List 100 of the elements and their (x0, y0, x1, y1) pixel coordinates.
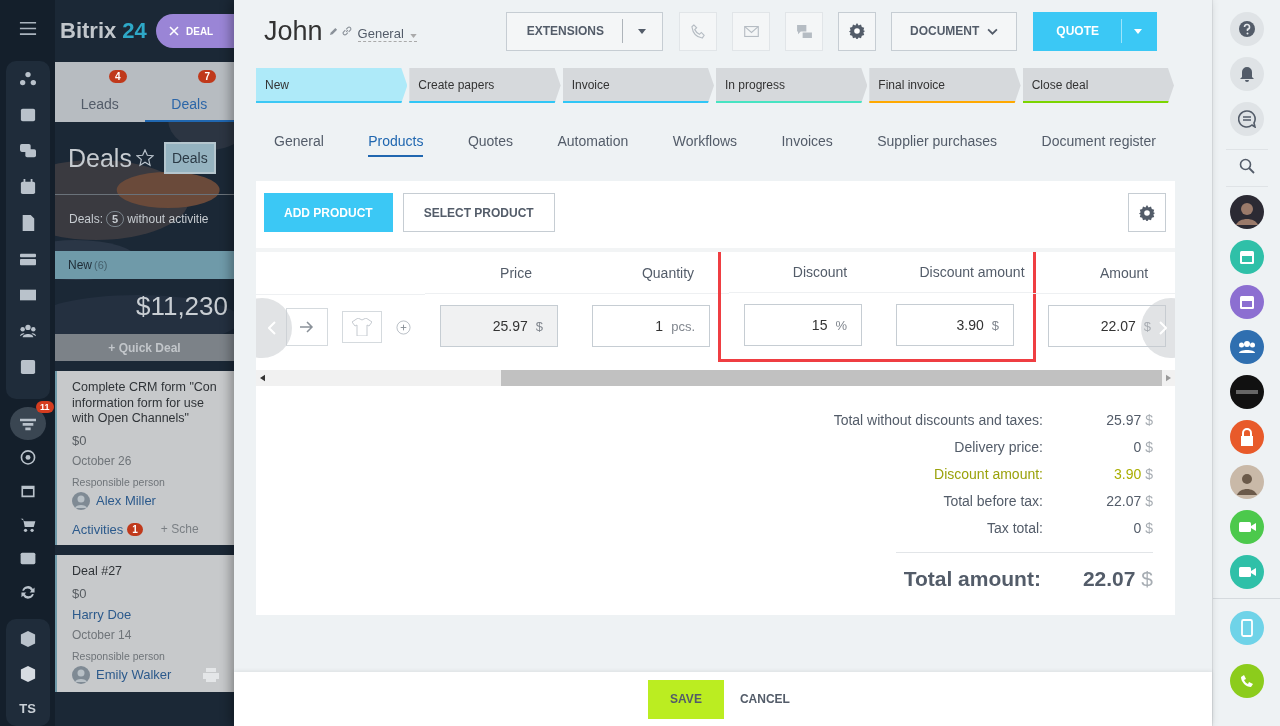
settings-icon (849, 23, 865, 39)
column-total: $11,230 (134, 290, 229, 323)
tab-label: Deals (171, 96, 208, 112)
scroll-left-arrow-icon[interactable] (260, 374, 265, 382)
save-button[interactable]: SAVE (648, 679, 724, 719)
input-field[interactable]: 1 pcs. (592, 305, 710, 347)
stage-step[interactable]: Invoice (562, 68, 714, 103)
input-field[interactable]: 15 % (744, 304, 862, 346)
logo: Bitrix 24 (60, 18, 147, 44)
close-icon (169, 26, 179, 36)
count-badge: 1 (127, 522, 143, 536)
stage-step[interactable]: Final invoice (869, 68, 1021, 103)
lock-icon[interactable] (1229, 420, 1264, 454)
user-initials[interactable]: TS (19, 701, 36, 716)
chat-list-icon[interactable] (1229, 102, 1264, 136)
column-header: Price (425, 252, 577, 294)
contact-link[interactable]: Harry Doe (72, 606, 234, 622)
total-value: 0 $ (1132, 520, 1153, 536)
deal-title: John (264, 15, 323, 47)
deal-amount: $0 (72, 585, 88, 601)
document-button[interactable]: DOCUMENT (891, 11, 1018, 51)
tab-label: Leads (80, 96, 119, 112)
total-label: Delivery price: (953, 439, 1043, 455)
deal-date: October 14 (72, 627, 133, 642)
cube-icon[interactable] (19, 666, 36, 682)
total-amount-value: 22.07 $ (1082, 567, 1153, 591)
nodes-icon[interactable] (19, 70, 36, 87)
tab[interactable]: General (274, 133, 324, 157)
category-dropdown[interactable]: General (357, 26, 418, 42)
bell-icon[interactable] (1229, 57, 1264, 91)
stage-step[interactable]: New (256, 68, 408, 103)
column-header: Quantity (577, 252, 729, 294)
total-label: Total before tax: (942, 493, 1043, 509)
column-name: New (68, 258, 92, 272)
deal-title[interactable]: Complete CRM form "Con information form for use with Open Channels" (72, 380, 234, 427)
stage-step[interactable]: In progress (716, 68, 868, 103)
input-field[interactable]: 3.90 $ (896, 304, 1014, 346)
extensions-button[interactable]: EXTENSIONS (505, 11, 663, 51)
column-header: Discount (729, 252, 881, 293)
total-value: 22.07 $ (1105, 493, 1153, 509)
input-field[interactable]: 22.07 $ (1048, 305, 1166, 347)
search-icon[interactable] (1238, 158, 1255, 174)
counter-badge: 11 (36, 400, 54, 413)
total-value: 25.97 $ (1105, 412, 1153, 428)
deal-card[interactable]: Complete CRM form "Con information form for use with Open Channels" $0 October 26 Responsible person Alex Miller Activities 1 + Sche (55, 371, 234, 545)
deal-amount: $0 (72, 432, 88, 448)
page-title: Deals (68, 143, 132, 173)
deal-date: October 26 (72, 453, 133, 468)
tab[interactable]: 4 Leads (55, 62, 145, 122)
select-product-button[interactable]: SELECT PRODUCT (402, 193, 555, 232)
arrow-right-icon (300, 321, 314, 333)
group-chat-icon[interactable] (1229, 330, 1264, 364)
tab[interactable]: Products (368, 133, 424, 157)
field-label: Responsible person (72, 475, 166, 488)
column-header: Amount (1033, 252, 1175, 294)
tab[interactable]: Supplier purchases (877, 133, 998, 157)
total-label: Total without discounts and taxes: (832, 412, 1043, 428)
phone-icon (690, 23, 706, 39)
stage-step[interactable]: Close deal (1022, 68, 1174, 103)
calendar-icon[interactable] (19, 178, 36, 195)
caret-icon (638, 28, 646, 34)
cart-icon[interactable] (19, 517, 36, 533)
person-link[interactable]: Emily Walker (96, 667, 172, 682)
field-label: Responsible person (72, 649, 166, 662)
caret-icon (1134, 28, 1142, 34)
pencil-icon[interactable] (328, 26, 338, 36)
activities-link[interactable]: Activities (72, 521, 124, 537)
chevron-left-icon (268, 321, 276, 335)
total-label: Discount amount: (933, 466, 1043, 482)
settings-button[interactable] (838, 11, 876, 51)
filter-button[interactable]: Deals (163, 142, 216, 174)
deal-title[interactable]: Deal #27 (72, 563, 234, 580)
deal-card[interactable]: Deal #27 $0 Harry Doe October 14 Responsible person Emily Walker (55, 554, 234, 692)
tab[interactable]: Document register (1041, 133, 1156, 157)
menu-icon[interactable] (18, 22, 37, 35)
stage-step[interactable]: Create papers (409, 68, 561, 103)
chat-icon[interactable] (19, 142, 36, 159)
checkbox-icon[interactable] (19, 358, 36, 375)
star-icon[interactable] (135, 149, 154, 167)
total-label: Tax total: (985, 520, 1043, 536)
tab[interactable]: Automation (557, 133, 629, 157)
count-badge: 4 (108, 70, 127, 83)
tab[interactable]: Quotes (467, 133, 514, 157)
add-icon[interactable] (396, 319, 411, 335)
chat-icon (796, 24, 812, 38)
sync-icon[interactable] (19, 585, 36, 600)
tab[interactable]: Workflows (672, 133, 738, 157)
people-icon[interactable] (19, 322, 36, 339)
caret-icon (410, 34, 418, 38)
target-icon[interactable] (19, 450, 36, 465)
settings-button[interactable] (1128, 193, 1166, 232)
person-link[interactable]: Alex Miller (96, 493, 156, 509)
cancel-button[interactable]: CANCEL (731, 692, 798, 706)
cube-icon[interactable] (19, 631, 36, 647)
column-header: Discount amount (881, 252, 1033, 293)
total-amount-label: Total amount: (903, 567, 1041, 591)
calendar-icon[interactable] (1229, 285, 1264, 319)
tab[interactable]: Invoices (781, 133, 833, 157)
chevron-right-icon (1159, 321, 1167, 335)
help-icon[interactable] (1229, 12, 1264, 46)
